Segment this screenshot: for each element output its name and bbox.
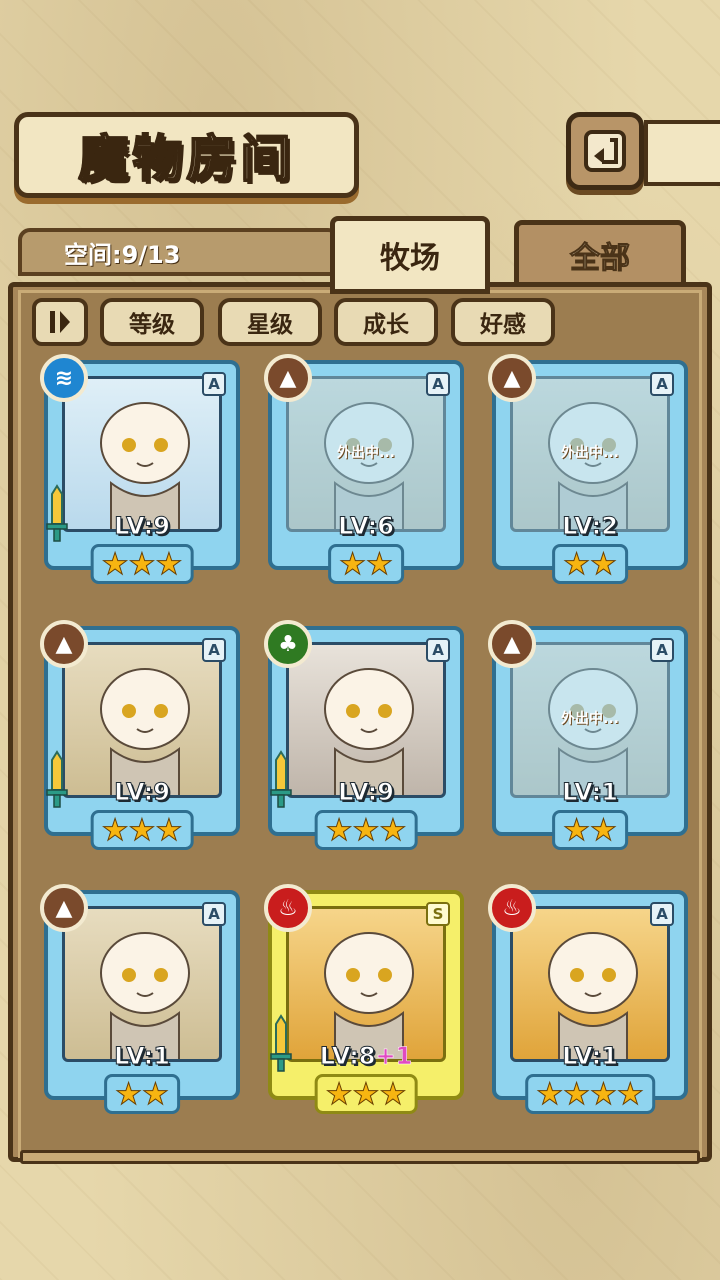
fire-element-icon: ♨ bbox=[264, 884, 312, 932]
sort-stars-label: 星级 bbox=[247, 312, 293, 338]
monster-level-text: LV:6 bbox=[338, 512, 395, 541]
tab-ranch-label: 牧场 bbox=[380, 241, 440, 276]
earth-element-icon: ▲ bbox=[488, 620, 536, 668]
rank-badge: S bbox=[426, 902, 450, 926]
monster-figure-icon bbox=[548, 932, 638, 1059]
wood-element-icon: ♣ bbox=[264, 620, 312, 668]
earth-element-icon: ▲ bbox=[264, 354, 312, 402]
monster-card[interactable]: ♨ S LV:8+1 ★★★ bbox=[264, 884, 464, 1114]
away-status: 外出中... bbox=[561, 445, 619, 461]
monster-card[interactable]: ▲ A LV:9 ★★★ bbox=[40, 620, 240, 850]
tab-ranch[interactable]: 牧场 bbox=[330, 216, 490, 294]
star-rating: ★★★ bbox=[90, 810, 194, 850]
star-rating: ★★ bbox=[552, 544, 628, 584]
monster-level: LV:6 bbox=[272, 512, 460, 541]
sort-order-toggle[interactable] bbox=[32, 298, 88, 346]
away-status: 外出中... bbox=[337, 445, 395, 461]
monster-figure-icon bbox=[100, 402, 190, 529]
rank-badge: A bbox=[202, 638, 226, 662]
monster-level: LV:9 bbox=[48, 778, 236, 807]
monster-card[interactable]: ♨ A LV:1 ★★★★ bbox=[488, 884, 688, 1114]
star-rating: ★★ bbox=[552, 810, 628, 850]
monster-portrait bbox=[62, 376, 222, 532]
monster-figure-icon bbox=[100, 668, 190, 795]
rank-badge: A bbox=[426, 638, 450, 662]
monster-level: LV:1 bbox=[496, 778, 684, 807]
star-rating: ★★★★ bbox=[525, 1074, 655, 1114]
rank-badge: A bbox=[202, 372, 226, 396]
earth-element-icon: ▲ bbox=[40, 884, 88, 932]
tab-all-label: 全部 bbox=[570, 241, 631, 277]
panel-bottom-rail bbox=[20, 1150, 700, 1164]
sort-affection-label: 好感 bbox=[480, 312, 526, 338]
star-rating: ★★★ bbox=[314, 1074, 418, 1114]
away-status: 外出中... bbox=[561, 711, 619, 727]
monster-portrait bbox=[286, 642, 446, 798]
monster-level: LV:8+1 bbox=[272, 1042, 460, 1071]
rank-badge: A bbox=[650, 372, 674, 396]
star-rating: ★★ bbox=[104, 1074, 180, 1114]
monster-level-text: LV:9 bbox=[114, 778, 171, 807]
monster-level-text: LV:1 bbox=[562, 778, 619, 807]
monster-figure-icon bbox=[324, 932, 414, 1059]
sort-toggle-icon bbox=[50, 311, 70, 333]
monster-level: LV:1 bbox=[48, 1042, 236, 1071]
monster-level: LV:1 bbox=[496, 1042, 684, 1071]
monster-level-text: LV:1 bbox=[562, 1042, 619, 1071]
monster-level-text: LV:2 bbox=[562, 512, 619, 541]
back-button[interactable] bbox=[566, 112, 644, 190]
star-rating: ★★★ bbox=[314, 810, 418, 850]
monster-level: LV:9 bbox=[48, 512, 236, 541]
sort-level-label: 等级 bbox=[129, 312, 175, 338]
fire-element-icon: ♨ bbox=[488, 884, 536, 932]
space-capacity-text: 空间:9/13 bbox=[64, 240, 181, 269]
water-element-icon: ≋ bbox=[40, 354, 88, 402]
monster-figure-icon bbox=[100, 932, 190, 1059]
monster-level: LV:9 bbox=[272, 778, 460, 807]
monster-level-text: LV:8 bbox=[319, 1042, 376, 1071]
star-rating: ★★★ bbox=[90, 544, 194, 584]
sort-growth-label: 成长 bbox=[363, 312, 409, 338]
sort-stars-button[interactable]: 星级 bbox=[218, 298, 322, 346]
star-rating: ★★ bbox=[328, 544, 404, 584]
earth-element-icon: ▲ bbox=[40, 620, 88, 668]
monster-figure-icon bbox=[324, 668, 414, 795]
monster-portrait bbox=[510, 906, 670, 1062]
sort-level-button[interactable]: 等级 bbox=[100, 298, 204, 346]
monster-card[interactable]: 外出中... ▲ A LV:6 ★★ bbox=[264, 354, 464, 584]
back-arrow-icon bbox=[584, 130, 626, 172]
space-capacity-bar: 空间:9/13 bbox=[18, 228, 340, 276]
rank-badge: A bbox=[650, 638, 674, 662]
monster-card[interactable]: ▲ A LV:1 ★★ bbox=[40, 884, 240, 1114]
sort-affection-button[interactable]: 好感 bbox=[451, 298, 555, 346]
sort-growth-button[interactable]: 成长 bbox=[334, 298, 438, 346]
level-bonus: +1 bbox=[375, 1042, 413, 1071]
monster-portrait bbox=[286, 906, 446, 1062]
monster-level-text: LV:9 bbox=[114, 512, 171, 541]
monster-card[interactable]: 外出中... ▲ A LV:1 ★★ bbox=[488, 620, 688, 850]
monster-card[interactable]: ≋ A LV:9 ★★★ bbox=[40, 354, 240, 584]
rank-badge: A bbox=[426, 372, 450, 396]
monster-card[interactable]: 外出中... ▲ A LV:2 ★★ bbox=[488, 354, 688, 584]
rank-badge: A bbox=[650, 902, 674, 926]
header-strip bbox=[644, 120, 720, 186]
monster-level: LV:2 bbox=[496, 512, 684, 541]
rank-badge: A bbox=[202, 902, 226, 926]
tab-all[interactable]: 全部 bbox=[514, 220, 686, 290]
page-title: 魔物房间 bbox=[78, 128, 295, 189]
earth-element-icon: ▲ bbox=[488, 354, 536, 402]
monster-level-text: LV:1 bbox=[114, 1042, 171, 1071]
monster-level-text: LV:9 bbox=[338, 778, 395, 807]
title-banner: 魔物房间 bbox=[14, 112, 359, 198]
monster-card[interactable]: ♣ A LV:9 ★★★ bbox=[264, 620, 464, 850]
monster-portrait bbox=[62, 906, 222, 1062]
monster-portrait bbox=[62, 642, 222, 798]
